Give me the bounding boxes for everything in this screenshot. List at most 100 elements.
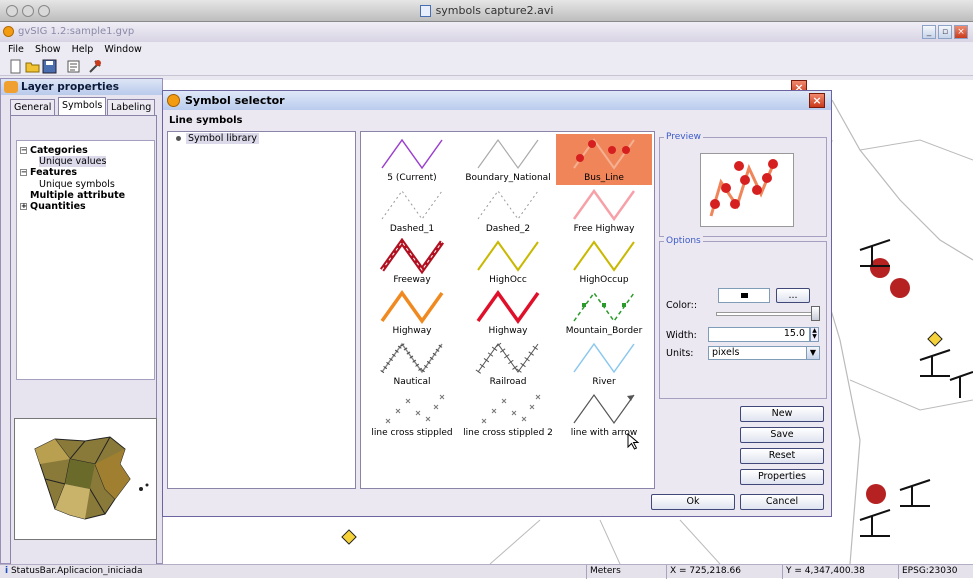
- units-label: Units:: [666, 348, 694, 359]
- line-symbol-icon: [573, 138, 635, 170]
- symbol-cell[interactable]: Boundary_National: [460, 134, 556, 185]
- open-folder-icon[interactable]: [25, 59, 40, 74]
- bullet-icon: [176, 136, 181, 141]
- toolbar: [0, 57, 973, 76]
- menu-show[interactable]: Show: [35, 44, 61, 55]
- new-file-icon[interactable]: [8, 59, 23, 74]
- save-icon[interactable]: [42, 59, 57, 74]
- symbol-selector-close-button[interactable]: ×: [809, 93, 825, 108]
- tree-item-categories[interactable]: − Categories: [20, 145, 88, 156]
- symbol-cell[interactable]: 5 (Current): [364, 134, 460, 185]
- options-group: Options Color:: ... Width: 15.0 ▲ ▼ Units…: [659, 236, 827, 399]
- symbol-grid: 5 (Current) Boundary_National Bus_Line Dash…: [360, 131, 655, 489]
- legend-type-tree: − Categories Unique values − Features Uniq…: [16, 140, 155, 380]
- zoom-traffic-icon[interactable]: [38, 5, 50, 17]
- restore-button[interactable]: ▫: [938, 25, 952, 39]
- cancel-button[interactable]: Cancel: [740, 494, 824, 510]
- symbol-cell[interactable]: Freeway: [364, 236, 460, 287]
- symbol-cell[interactable]: Highway: [460, 287, 556, 338]
- color-chooser-button[interactable]: ...: [776, 288, 810, 303]
- symbol-cell[interactable]: HighOcc: [460, 236, 556, 287]
- tree-item-quantities[interactable]: + Quantities: [20, 201, 86, 212]
- symbol-label: Bus_Line: [584, 173, 624, 183]
- new-button[interactable]: New: [740, 406, 824, 422]
- line-symbol-icon: [381, 138, 443, 170]
- symbol-label: HighOccup: [579, 275, 629, 285]
- menu-window[interactable]: Window: [104, 44, 141, 55]
- tree-item-unique-symbols[interactable]: Unique symbols: [39, 179, 115, 190]
- symbol-label: Dashed_1: [389, 224, 435, 234]
- units-select[interactable]: pixels: [708, 346, 808, 360]
- symbol-cell[interactable]: Bus_Line: [556, 134, 652, 185]
- line-symbol-icon: [573, 342, 635, 374]
- symbol-label: HighOcc: [489, 275, 527, 285]
- symbol-label: Highway: [392, 326, 432, 336]
- symbol-selector-dialog: Symbol selector × Line symbols Symbol li…: [162, 90, 832, 517]
- print-icon[interactable]: [66, 59, 81, 74]
- tree-item-multiple-attribute[interactable]: Multiple attribute: [30, 190, 125, 201]
- menu-file[interactable]: File: [8, 44, 24, 55]
- capture-title: symbols capture2.avi: [435, 4, 554, 17]
- layer-properties-dialog: Layer properties × General Symbols Label…: [0, 78, 807, 577]
- symbol-selector-title-bar: Symbol selector: [163, 91, 831, 110]
- symbol-label: line cross stippled 2: [463, 428, 553, 438]
- symbol-cell[interactable]: line cross stippled: [364, 389, 460, 440]
- options-label: Options: [664, 236, 703, 246]
- symbol-cell[interactable]: Free Highway: [556, 185, 652, 236]
- symbol-preview-image: [700, 153, 794, 227]
- symbol-cell[interactable]: line cross stippled 2: [460, 389, 556, 440]
- tools-icon[interactable]: [88, 59, 103, 74]
- symbol-cell[interactable]: Railroad: [460, 338, 556, 389]
- color-swatch[interactable]: [718, 288, 770, 303]
- symbol-selector-title: Symbol selector: [185, 94, 285, 107]
- width-input[interactable]: 15.0: [708, 327, 810, 342]
- tree-item-features[interactable]: − Features: [20, 167, 77, 178]
- status-y-coordinate: Y = 4,347,400.38: [782, 565, 898, 579]
- symbol-cell[interactable]: Dashed_1: [364, 185, 460, 236]
- app-close-button[interactable]: ×: [954, 25, 968, 39]
- width-spinner-icon[interactable]: ▲ ▼: [810, 327, 819, 342]
- reset-button[interactable]: Reset: [740, 448, 824, 464]
- tab-symbols[interactable]: Symbols: [58, 97, 107, 115]
- transparency-slider-handle[interactable]: [811, 306, 820, 321]
- symbol-label: 5 (Current): [387, 173, 437, 183]
- line-symbol-icon: [476, 289, 540, 325]
- ok-button[interactable]: Ok: [651, 494, 735, 510]
- preview-label: Preview: [664, 132, 704, 142]
- transparency-slider-track[interactable]: [716, 312, 814, 316]
- chevron-down-icon[interactable]: ▼: [806, 346, 820, 360]
- gvsig-logo-icon: [3, 26, 14, 37]
- minimize-traffic-icon[interactable]: [22, 5, 34, 17]
- minimize-button[interactable]: _: [922, 25, 936, 39]
- status-bar: i StatusBar.Aplicacion_iniciada Meters X…: [0, 564, 973, 579]
- menu-bar: File Show Help Window: [0, 42, 973, 57]
- line-symbol-icon: [380, 340, 444, 376]
- tree-item-unique-values[interactable]: Unique values: [39, 156, 107, 167]
- symbol-cell[interactable]: HighOccup: [556, 236, 652, 287]
- line-symbol-icon: [475, 340, 541, 376]
- tab-labeling[interactable]: Labeling: [107, 99, 156, 115]
- diamond-marker-icon: [927, 331, 943, 347]
- line-symbol-icon: [379, 238, 445, 274]
- video-file-icon: [419, 5, 431, 17]
- tree-item-symbol-library[interactable]: Symbol library: [168, 133, 355, 145]
- tab-general[interactable]: General: [10, 99, 56, 115]
- line-symbol-icon: [477, 138, 539, 170]
- capture-title-bar: symbols capture2.avi: [0, 0, 973, 22]
- line-symbol-icon: [477, 190, 539, 220]
- menu-help[interactable]: Help: [72, 44, 94, 55]
- status-message: i StatusBar.Aplicacion_iniciada: [5, 566, 143, 576]
- symbol-cell[interactable]: Dashed_2: [460, 185, 556, 236]
- close-traffic-icon[interactable]: [6, 5, 18, 17]
- symbol-cell[interactable]: River: [556, 338, 652, 389]
- symbol-cell[interactable]: Mountain_Border: [556, 287, 652, 338]
- symbol-cell[interactable]: Highway: [364, 287, 460, 338]
- properties-button[interactable]: Properties: [740, 469, 824, 485]
- symbol-cell[interactable]: Nautical: [364, 338, 460, 389]
- save-button[interactable]: Save: [740, 427, 824, 443]
- line-symbol-icon: [380, 289, 444, 325]
- symbol-label: line cross stippled: [371, 428, 453, 438]
- poi-marker-icon: [890, 278, 910, 298]
- symbols-tab-panel: − Categories Unique values − Features Uniq…: [10, 115, 157, 577]
- app-title-bar: gvSIG 1.2:sample1.gvp _ ▫ ×: [0, 22, 973, 42]
